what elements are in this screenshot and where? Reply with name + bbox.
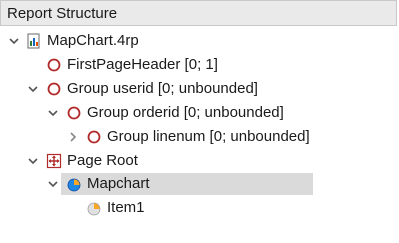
- chevron-down-icon[interactable]: [47, 102, 59, 124]
- structure-tree[interactable]: MapChart.4rp FirstPageHeader [0; 1] Grou…: [0, 26, 399, 243]
- tree-node-item1[interactable]: Item1: [0, 197, 399, 219]
- group-circle-icon: [66, 105, 82, 121]
- tree-node-mapchart[interactable]: Mapchart: [0, 173, 399, 195]
- tree-node-label: Page Root: [67, 152, 138, 169]
- tree-node-group-userid[interactable]: Group userid [0; unbounded]: [0, 78, 399, 100]
- tree-node-first-page-header[interactable]: FirstPageHeader [0; 1]: [0, 54, 399, 76]
- tree-node-label: Group orderid [0; unbounded]: [87, 104, 284, 121]
- panel-header: Report Structure: [0, 0, 397, 26]
- tree-node-label: Group linenum [0; unbounded]: [107, 128, 310, 145]
- tree-node-group-linenum[interactable]: Group linenum [0; unbounded]: [0, 126, 399, 148]
- group-circle-icon: [86, 129, 102, 145]
- panel-title: Report Structure: [7, 5, 118, 22]
- tree-node-label: Group userid [0; unbounded]: [67, 80, 258, 97]
- report-file-icon: [26, 33, 42, 49]
- report-structure-panel: Report Structure MapChart.4rp FirstPageH…: [0, 0, 399, 243]
- map-chart-icon: [66, 176, 82, 192]
- chevron-down-icon[interactable]: [27, 78, 39, 100]
- chevron-down-icon[interactable]: [47, 173, 59, 195]
- group-circle-icon: [46, 57, 62, 73]
- tree-node-label: FirstPageHeader [0; 1]: [67, 56, 218, 73]
- page-root-icon: [46, 153, 62, 169]
- tree-node-group-orderid[interactable]: Group orderid [0; unbounded]: [0, 102, 399, 124]
- tree-node-root-file[interactable]: MapChart.4rp: [0, 30, 399, 52]
- tree-node-page-root[interactable]: Page Root: [0, 150, 399, 172]
- group-circle-icon: [46, 81, 62, 97]
- chevron-down-icon[interactable]: [8, 30, 20, 52]
- map-item-icon: [86, 200, 102, 216]
- chevron-down-icon[interactable]: [27, 150, 39, 172]
- tree-node-label: MapChart.4rp: [47, 32, 139, 49]
- chevron-right-icon[interactable]: [67, 126, 79, 148]
- tree-node-label: Item1: [107, 199, 145, 216]
- tree-node-label: Mapchart: [87, 175, 150, 192]
